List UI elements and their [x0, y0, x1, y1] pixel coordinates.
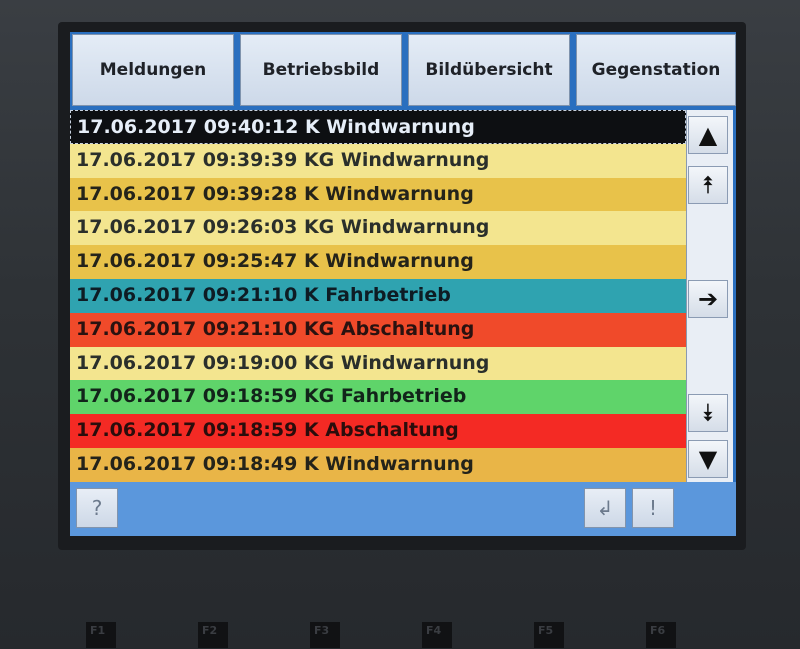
page-up-button[interactable]: ⯭: [688, 166, 728, 204]
message-row[interactable]: 17.06.2017 09:26:03 KG Windwarnung: [70, 211, 686, 246]
message-row[interactable]: 17.06.2017 09:18:59 K Abschaltung: [70, 414, 686, 448]
enter-icon: ↲: [596, 496, 614, 520]
function-key-f2[interactable]: F2: [198, 622, 228, 648]
page-down-button[interactable]: ⯯: [688, 394, 728, 432]
function-key-f1[interactable]: F1: [86, 622, 116, 648]
help-button[interactable]: ?: [76, 488, 118, 528]
enter-button[interactable]: ↲: [584, 488, 626, 528]
nav-button-gegenstation[interactable]: Gegenstation: [576, 34, 736, 106]
function-key-f4[interactable]: F4: [422, 622, 452, 648]
line-up-button[interactable]: ▲: [688, 116, 728, 154]
message-row[interactable]: 17.06.2017 09:21:10 KG Abschaltung: [70, 312, 686, 347]
nav-button-betriebsbild[interactable]: Betriebsbild: [240, 34, 402, 106]
arrow-down-icon: ▼: [698, 445, 718, 473]
message-row[interactable]: 17.06.2017 09:18:59 KG Fahrbetrieb: [70, 380, 686, 415]
message-row[interactable]: 17.06.2017 09:21:10 K Fahrbetrieb: [70, 278, 686, 313]
double-arrow-down-icon: ⯯: [700, 399, 716, 427]
function-key-f5[interactable]: F5: [534, 622, 564, 648]
function-key-f3[interactable]: F3: [310, 622, 340, 648]
message-row[interactable]: 17.06.2017 09:19:00 KG Windwarnung: [70, 346, 686, 381]
message-row[interactable]: 17.06.2017 09:25:47 K Windwarnung: [70, 245, 686, 279]
line-down-button[interactable]: ▼: [688, 440, 728, 478]
message-list[interactable]: 17.06.2017 09:40:12 K Windwarnung 17.06.2…: [70, 110, 686, 482]
arrow-up-icon: ▲: [698, 121, 718, 149]
nav-button-bilduebersicht[interactable]: Bildübersicht: [408, 34, 570, 106]
arrow-right-icon: ➔: [697, 285, 719, 313]
message-row[interactable]: 17.06.2017 09:40:12 K Windwarnung: [70, 110, 686, 144]
acknowledge-button[interactable]: !: [632, 488, 674, 528]
select-message-button[interactable]: ➔: [688, 280, 728, 318]
help-icon: ?: [91, 496, 103, 520]
acknowledge-icon: !: [648, 496, 658, 520]
message-row[interactable]: 17.06.2017 09:39:39 KG Windwarnung: [70, 143, 686, 178]
message-row[interactable]: 17.06.2017 09:18:49 K Windwarnung: [70, 447, 686, 482]
nav-button-meldungen[interactable]: Meldungen: [72, 34, 234, 106]
double-arrow-up-icon: ⯭: [700, 171, 716, 199]
message-row[interactable]: 17.06.2017 09:39:28 K Windwarnung: [70, 177, 686, 212]
function-key-f6[interactable]: F6: [646, 622, 676, 648]
